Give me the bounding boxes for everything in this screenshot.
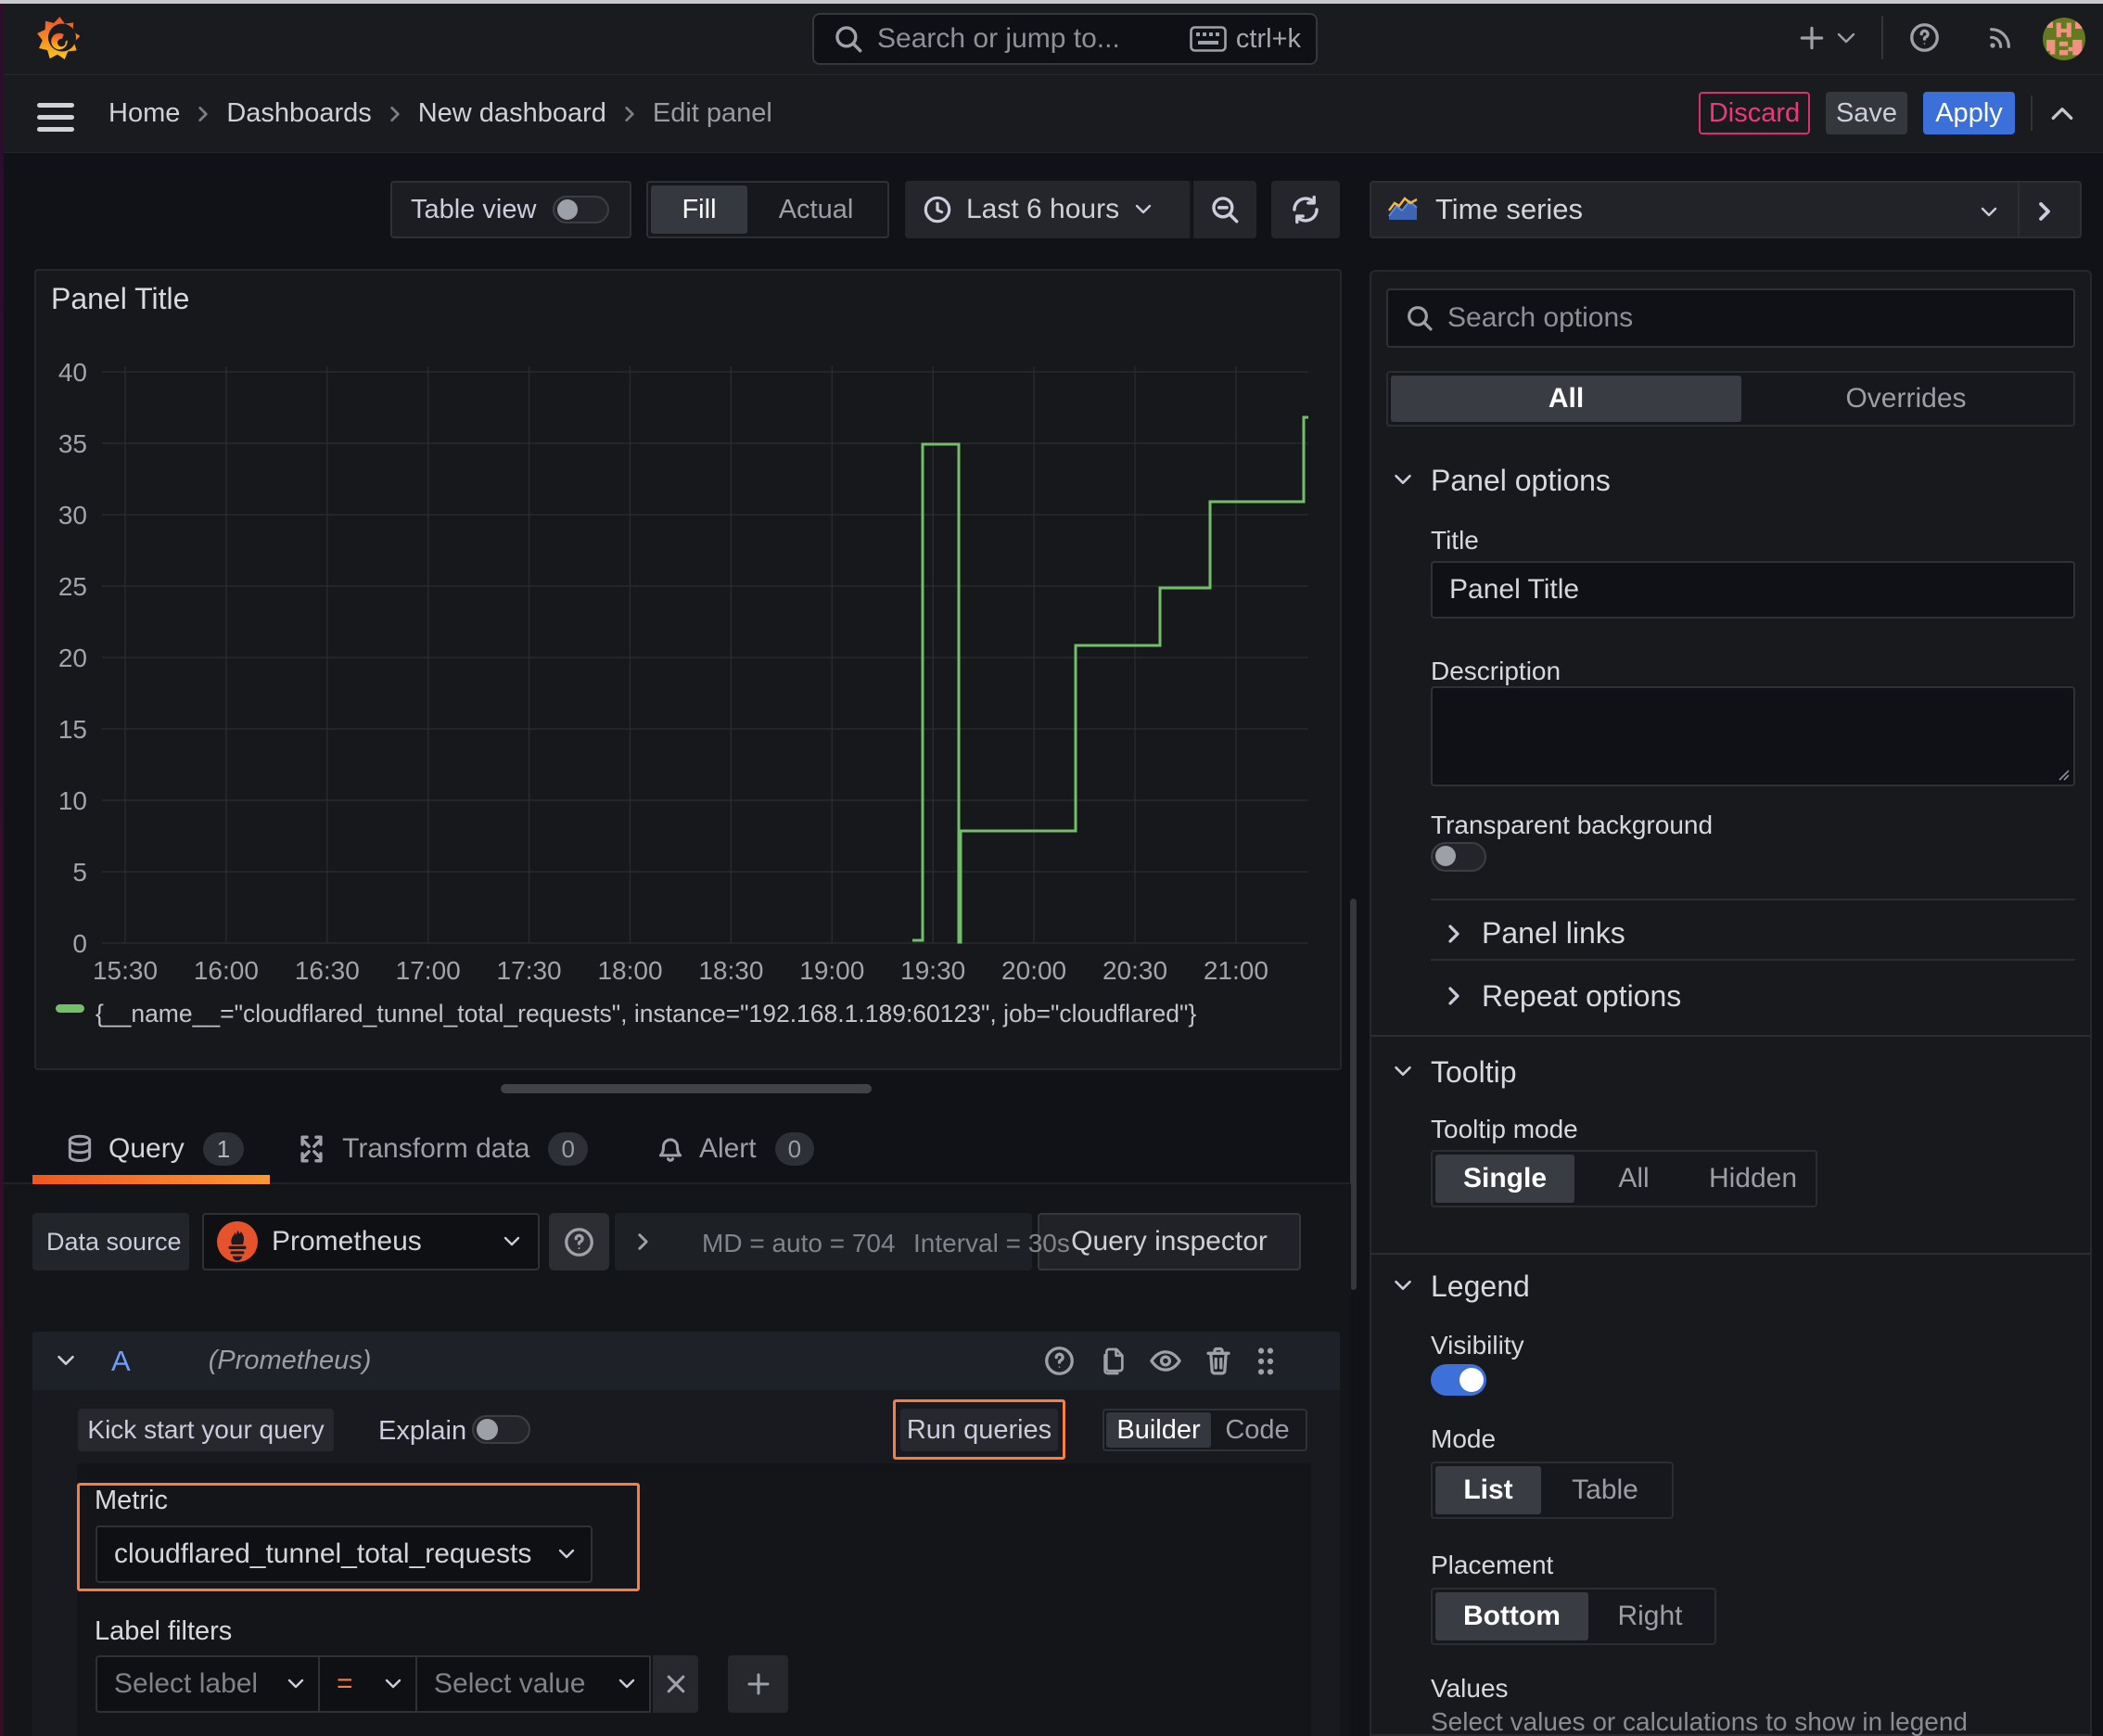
svg-text:15: 15 [58,715,87,744]
svg-text:19:00: 19:00 [799,956,864,985]
svg-text:10: 10 [58,786,87,815]
svg-text:17:00: 17:00 [396,956,461,985]
svg-text:19:30: 19:30 [900,956,965,985]
svg-text:20:30: 20:30 [1102,956,1167,985]
svg-text:0: 0 [72,929,87,958]
svg-text:17:30: 17:30 [497,956,562,985]
svg-text:30: 30 [58,501,87,530]
svg-text:16:30: 16:30 [295,956,360,985]
svg-text:5: 5 [72,858,87,887]
svg-text:20: 20 [58,644,87,672]
svg-text:15:30: 15:30 [93,956,158,985]
svg-text:25: 25 [58,572,87,601]
svg-text:35: 35 [58,429,87,458]
svg-text:40: 40 [58,358,87,387]
svg-text:16:00: 16:00 [194,956,259,985]
svg-text:18:30: 18:30 [698,956,763,985]
svg-text:21:00: 21:00 [1204,956,1268,985]
svg-text:20:00: 20:00 [1001,956,1066,985]
svg-text:18:00: 18:00 [597,956,662,985]
